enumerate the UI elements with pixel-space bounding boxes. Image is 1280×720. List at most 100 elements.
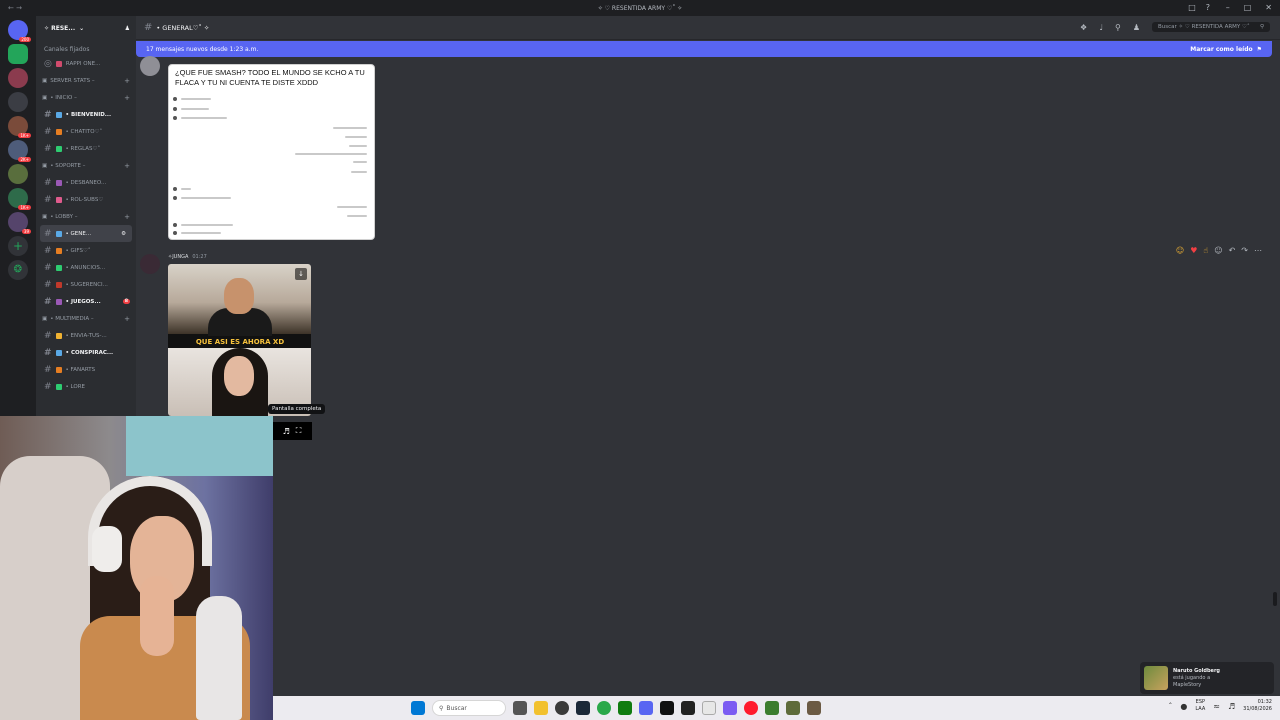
direct-messages-button[interactable]: 200 — [8, 20, 31, 42]
app-icon[interactable] — [807, 701, 821, 715]
app-icon[interactable] — [681, 701, 695, 715]
channel-category[interactable]: ▣ • INICIO – + — [36, 89, 136, 106]
volume-icon[interactable]: ♬ — [283, 427, 290, 436]
message-image-attachment[interactable]: ¿QUE FUE SMASH? TODO EL MUNDO SE KCHO A … — [168, 64, 375, 240]
channel-item[interactable]: # • ENVIA-TUS-... — [36, 327, 136, 344]
server-icon[interactable] — [8, 164, 28, 184]
add-reaction-icon[interactable]: ☺ — [1214, 246, 1222, 255]
server-icon[interactable]: 1K+ — [8, 188, 31, 210]
help-icon[interactable]: ? — [1206, 3, 1210, 12]
reply-icon[interactable]: ↶ — [1229, 246, 1236, 255]
more-options-icon[interactable]: ⋯ — [1254, 246, 1262, 255]
activity-notification[interactable]: Naruto Goldberg está jugando a MapleStor… — [1140, 662, 1274, 694]
channel-item[interactable]: # • REGLAS♡˚ — [36, 140, 136, 157]
forward-icon[interactable]: ↷ — [1241, 246, 1248, 255]
hash-icon: # — [44, 177, 52, 188]
server-icon[interactable]: 39 — [8, 212, 31, 234]
add-channel-icon[interactable]: + — [124, 162, 130, 170]
avatar[interactable] — [140, 56, 160, 76]
server-header[interactable]: ✧ RESE... ⌄ ♟ — [36, 16, 136, 40]
minimize-button[interactable]: – — [1226, 3, 1230, 12]
steam-icon[interactable] — [576, 701, 590, 715]
app-icon[interactable] — [765, 701, 779, 715]
video-attachment[interactable]: QUE ASI ES AHORA XD ↓ — [168, 264, 311, 416]
mark-as-read-button[interactable]: Marcar como leído ⚑ — [1190, 46, 1262, 53]
add-channel-icon[interactable]: + — [124, 213, 130, 221]
server-icon-resentida[interactable] — [8, 68, 28, 88]
channel-item[interactable]: # • CHATITO♡˚ — [36, 123, 136, 140]
tray-app-icon[interactable]: ● — [1180, 702, 1187, 711]
channel-item[interactable]: # • ROL-SUBS♡ — [36, 191, 136, 208]
heart-reaction-icon[interactable]: ♥ — [1190, 246, 1197, 255]
add-member-icon[interactable]: ♟ — [125, 25, 130, 32]
channel-label: • CONSPIRAC... — [65, 349, 114, 356]
close-button[interactable]: ✕ — [1265, 3, 1272, 12]
thumb-reaction-icon[interactable]: ☝ — [1203, 246, 1208, 255]
role-tag: ✧JUNGA — [168, 254, 189, 260]
server-icon[interactable] — [8, 92, 28, 112]
add-channel-icon[interactable]: + — [124, 94, 130, 102]
members-icon[interactable]: ♟ — [1133, 23, 1140, 32]
category-label: • SOPORTE – — [50, 162, 86, 169]
pinned-channel[interactable]: ◎ RAPPI ONE... — [36, 55, 136, 72]
channel-item[interactable]: # • DESBANEO... — [36, 174, 136, 191]
app-icon[interactable] — [723, 701, 737, 715]
channel-item[interactable]: # • GIFS♡˚ — [36, 242, 136, 259]
file-explorer-icon[interactable] — [534, 701, 548, 715]
discord-icon[interactable] — [639, 701, 653, 715]
inbox-icon[interactable]: □ — [1188, 3, 1196, 12]
channel-item[interactable]: # • GENE... ⚙ — [40, 225, 132, 242]
taskbar-search[interactable]: ⚲ Buscar — [432, 700, 506, 716]
fullscreen-icon[interactable]: ⛶ — [296, 426, 302, 436]
task-view-icon[interactable] — [513, 701, 527, 715]
add-channel-icon[interactable]: + — [124, 315, 130, 323]
server-icon-kick[interactable] — [8, 44, 28, 64]
new-messages-banner[interactable]: 17 mensajes nuevos desde 1:23 a.m. Marca… — [136, 41, 1272, 57]
pin-icon[interactable]: ⚲ — [1115, 23, 1121, 32]
start-icon[interactable] — [411, 701, 425, 715]
server-icon[interactable]: 2K+ — [8, 140, 31, 162]
add-channel-icon[interactable]: + — [124, 77, 130, 85]
search-input[interactable]: Buscar ✧ ♡ RESENTIDA ARMY ♡˚ ⚲ — [1152, 22, 1270, 32]
channel-category[interactable]: ▣ • MULTIMEDIA – + — [36, 310, 136, 327]
threads-icon[interactable]: ❖ — [1080, 23, 1087, 32]
chevron-up-icon[interactable]: ˆ — [1168, 702, 1172, 711]
app-icon[interactable] — [786, 701, 800, 715]
download-icon[interactable]: ↓ — [295, 268, 307, 280]
channel-item[interactable]: # • BIENVENID... — [36, 106, 136, 123]
wifi-icon[interactable]: ≈ — [1213, 702, 1220, 711]
channel-category[interactable]: ▣ • SOPORTE – + — [36, 157, 136, 174]
reaction-icon[interactable]: ☺ — [1176, 246, 1184, 255]
hash-icon: # — [44, 143, 52, 154]
emoji-icon — [55, 332, 62, 339]
hash-icon: # — [144, 22, 153, 33]
app-icon[interactable] — [555, 701, 569, 715]
channel-item[interactable]: # • SUGERENCI... — [36, 276, 136, 293]
capcut-icon[interactable] — [660, 701, 674, 715]
notepad-icon[interactable] — [702, 701, 716, 715]
server-icon[interactable]: 1K+ — [8, 116, 31, 138]
notification-bell-icon[interactable]: ♩ — [1099, 23, 1103, 32]
settings-gear-icon[interactable]: ⚙ — [121, 231, 126, 237]
clock[interactable]: 01:32 31/08/2026 — [1243, 699, 1272, 713]
add-server-icon[interactable]: + — [8, 236, 28, 256]
avatar[interactable] — [140, 254, 160, 274]
mark-read-icon: ⚑ — [1256, 45, 1262, 53]
back-forward-icon[interactable]: ← → — [8, 4, 22, 12]
maximize-button[interactable]: □ — [1244, 3, 1252, 12]
language-indicator[interactable]: ESP LAA — [1195, 699, 1205, 713]
channel-item[interactable]: # • JUEGOS... 8 — [36, 293, 136, 310]
volume-icon[interactable]: ♬ — [1228, 702, 1235, 711]
channel-item[interactable]: # • FANARTS — [36, 361, 136, 378]
channel-item[interactable]: # • LORE — [36, 378, 136, 395]
opera-icon[interactable] — [744, 701, 758, 715]
channel-category[interactable]: ▣ • LOBBY – + — [36, 208, 136, 225]
scrollbar[interactable] — [1273, 592, 1277, 606]
channel-category[interactable]: ▣ SERVER STATS – + — [36, 72, 136, 89]
xbox-icon[interactable] — [618, 701, 632, 715]
channel-item[interactable]: # • ANUNCIOS... — [36, 259, 136, 276]
channel-item[interactable]: # • CONSPIRAC... — [36, 344, 136, 361]
emoji-icon — [55, 145, 62, 152]
discover-icon[interactable]: ❂ — [8, 260, 28, 280]
chrome-icon[interactable] — [597, 701, 611, 715]
